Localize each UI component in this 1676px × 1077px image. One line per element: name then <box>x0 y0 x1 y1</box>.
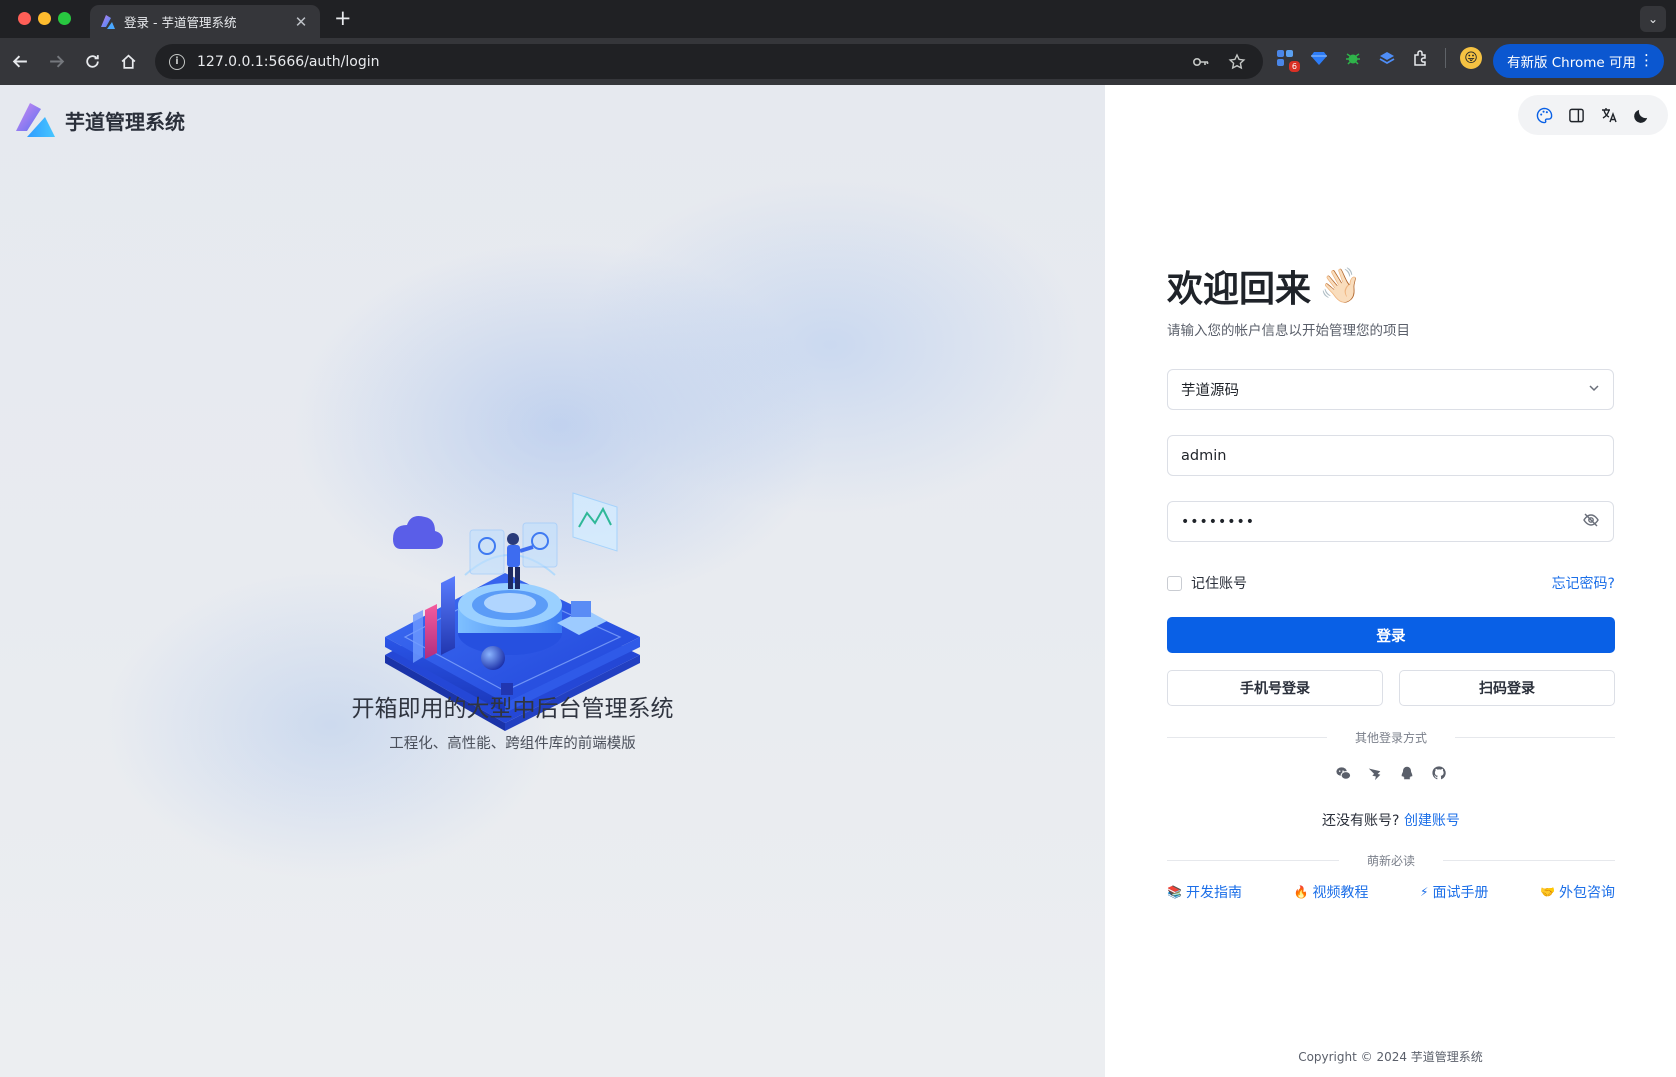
arrow-left-icon <box>12 55 27 68</box>
dev-guide-link[interactable]: 📚 开发指南 <box>1167 882 1242 902</box>
dingtalk-icon[interactable] <box>1366 764 1384 782</box>
extensions-puzzle-icon[interactable] <box>1411 48 1431 68</box>
arrow-right-icon <box>49 55 64 68</box>
remember-row: 记住账号 忘记密码? <box>1167 573 1615 593</box>
github-icon[interactable] <box>1430 764 1448 782</box>
password-input[interactable]: •••••••• <box>1167 501 1614 542</box>
profile-avatar[interactable]: 😛 <box>1460 47 1482 69</box>
remember-label: 记住账号 <box>1191 576 1247 592</box>
bookmark-star-icon[interactable] <box>1227 52 1247 71</box>
other-login-divider: 其他登录方式 <box>1167 729 1616 746</box>
help-links: 📚 开发指南 🔥 视频教程 ⚡ 面试手册 🤝 外包咨询 <box>1167 882 1615 902</box>
update-label: 有新版 Chrome 可用 <box>1506 55 1636 71</box>
extension-gem-icon[interactable] <box>1309 48 1329 68</box>
hero-illustration <box>385 492 640 731</box>
close-window-button[interactable] <box>18 12 31 25</box>
tenant-select[interactable]: 芋道源码 <box>1167 369 1614 410</box>
new-tab-button[interactable]: + <box>334 6 352 30</box>
other-login-label: 其他登录方式 <box>1355 731 1428 745</box>
tab-close-icon[interactable]: ✕ <box>292 13 310 31</box>
lightning-emoji: ⚡ <box>1420 885 1429 899</box>
back-button[interactable] <box>2 44 38 80</box>
home-icon <box>121 54 135 69</box>
fire-emoji: 🔥 <box>1293 885 1309 899</box>
wechat-icon[interactable] <box>1334 764 1352 782</box>
interview-handbook-label: 面试手册 <box>1432 885 1489 901</box>
interview-handbook-link[interactable]: ⚡ 面试手册 <box>1420 882 1488 902</box>
more-menu-icon[interactable]: ⋮ <box>1639 52 1654 68</box>
copyright: Copyright © 2024 芋道管理系统 <box>1298 1050 1483 1064</box>
video-tutorial-label: 视频教程 <box>1312 885 1369 901</box>
welcome-subtitle: 请输入您的帐户信息以开始管理您的项目 <box>1167 323 1410 339</box>
extension-bug-icon[interactable] <box>1343 48 1363 68</box>
toolbar-separator <box>1445 48 1446 68</box>
username-value: admin <box>1181 447 1227 464</box>
extension-badge: 6 <box>1288 61 1300 72</box>
site-info-icon[interactable]: i <box>169 53 185 70</box>
must-read-divider: 萌新必读 <box>1167 852 1616 869</box>
app-logo-icon <box>16 103 55 137</box>
browser-toolbar: i 127.0.0.1:5666/auth/login 6 😛 有新版 Chro… <box>0 38 1676 85</box>
login-form: 欢迎回来 👋🏻 请输入您的帐户信息以开始管理您的项目 芋道源码 admin ••… <box>1167 263 1616 901</box>
login-button[interactable]: 登录 <box>1167 617 1615 653</box>
hero-panel: 芋道管理系统 开箱即用的大型中后台管理系统 工程化、高性能、跨组件库的前端模版 <box>0 85 1105 1077</box>
handshake-emoji: 🤝 <box>1540 885 1555 899</box>
eye-off-icon[interactable] <box>1582 511 1600 533</box>
login-page: 芋道管理系统 开箱即用的大型中后台管理系统 工程化、高性能、跨组件库的前端模版 … <box>0 85 1676 1077</box>
maximize-window-button[interactable] <box>58 12 71 25</box>
translate-icon[interactable] <box>1598 104 1620 126</box>
hero-subtitle: 工程化、高性能、跨组件库的前端模版 <box>389 736 636 752</box>
qq-icon[interactable] <box>1398 764 1416 782</box>
video-tutorial-link[interactable]: 🔥 视频教程 <box>1294 882 1369 902</box>
books-emoji: 📚 <box>1167 885 1182 899</box>
outsourcing-label: 外包咨询 <box>1558 885 1615 901</box>
browser-tab[interactable]: 登录 - 芋道管理系统 ✕ <box>90 5 320 38</box>
phone-login-button[interactable]: 手机号登录 <box>1167 670 1383 706</box>
welcome-text: 欢迎回来 <box>1167 269 1312 310</box>
tab-search-button[interactable]: ⌄ <box>1640 6 1666 32</box>
wave-emoji: 👋🏻 <box>1319 266 1362 306</box>
forward-button[interactable] <box>38 44 74 80</box>
tenant-selected-value: 芋道源码 <box>1181 383 1239 399</box>
reload-button[interactable] <box>74 44 110 80</box>
password-key-icon[interactable] <box>1191 53 1211 71</box>
dev-guide-label: 开发指南 <box>1185 885 1242 901</box>
chrome-update-button[interactable]: 有新版 Chrome 可用 ⋮ <box>1492 44 1664 78</box>
app-name: 芋道管理系统 <box>65 109 185 134</box>
username-input[interactable]: admin <box>1167 435 1614 476</box>
must-read-label: 萌新必读 <box>1367 854 1416 868</box>
layout-icon[interactable] <box>1566 104 1588 126</box>
reload-icon <box>85 55 99 68</box>
login-panel: 欢迎回来 👋🏻 请输入您的帐户信息以开始管理您的项目 芋道源码 admin ••… <box>1105 85 1676 1077</box>
minimize-window-button[interactable] <box>38 12 51 25</box>
extensions-area: 6 😛 <box>1275 47 1482 72</box>
tab-title: 登录 - 芋道管理系统 <box>124 15 237 30</box>
app-logo[interactable]: 芋道管理系统 <box>15 101 185 139</box>
browser-tab-bar: 登录 - 芋道管理系统 ✕ + ⌄ <box>0 0 1676 38</box>
hero-title: 开箱即用的大型中后台管理系统 <box>351 696 674 722</box>
extension-grid-icon[interactable]: 6 <box>1275 48 1300 72</box>
address-bar[interactable]: i 127.0.0.1:5666/auth/login <box>155 44 1263 79</box>
url-text: 127.0.0.1:5666/auth/login <box>197 53 380 70</box>
forgot-password-link[interactable]: 忘记密码? <box>1552 573 1615 593</box>
no-account-text: 还没有账号? <box>1322 813 1400 829</box>
app-logo-icon <box>101 14 115 29</box>
extension-layers-icon[interactable] <box>1377 48 1397 68</box>
qr-login-button[interactable]: 扫码登录 <box>1399 670 1615 706</box>
signup-row: 还没有账号? 创建账号 <box>1167 810 1615 830</box>
home-button[interactable] <box>110 44 146 80</box>
chevron-down-icon <box>1588 382 1600 398</box>
outsourcing-link[interactable]: 🤝 外包咨询 <box>1540 882 1615 902</box>
palette-icon[interactable] <box>1533 104 1555 126</box>
preferences-toolbar <box>1518 95 1668 135</box>
password-value: •••••••• <box>1181 513 1256 530</box>
moon-icon[interactable] <box>1631 104 1653 126</box>
social-login-icons <box>1167 764 1615 782</box>
remember-account-checkbox[interactable]: 记住账号 <box>1167 573 1247 593</box>
create-account-link[interactable]: 创建账号 <box>1404 813 1460 829</box>
welcome-heading: 欢迎回来 👋🏻 <box>1167 263 1615 310</box>
checkbox-box[interactable] <box>1167 575 1182 591</box>
